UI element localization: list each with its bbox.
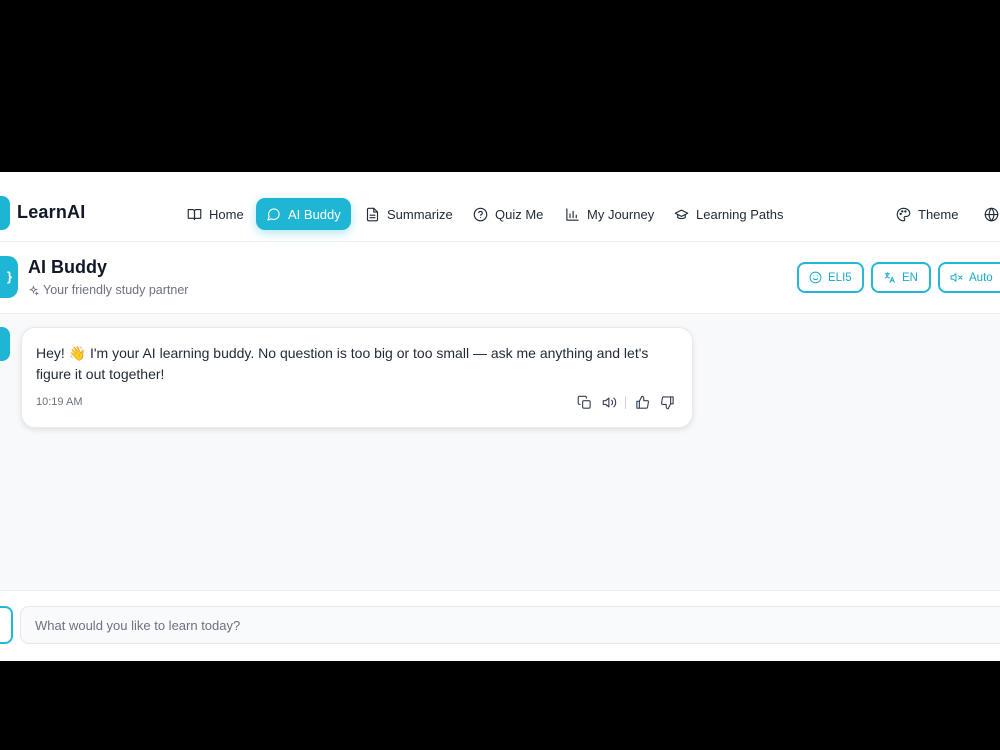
page-subtitle: Your friendly study partner: [28, 283, 188, 297]
language-label: EN: [902, 271, 918, 284]
smile-icon: [809, 271, 822, 284]
book-icon: [187, 208, 202, 220]
language-button[interactable]: [974, 198, 999, 230]
nav-item-my-journey[interactable]: My Journey: [555, 198, 664, 230]
theme-label: Theme: [918, 206, 959, 222]
nav-item-label: AI Buddy: [288, 206, 341, 222]
thumbs-up-icon: [635, 395, 649, 409]
translate-icon: [884, 272, 895, 283]
globe-icon: [984, 207, 999, 221]
copy-icon: [577, 395, 591, 409]
message-timestamp: 10:19 AM: [36, 396, 83, 408]
bot-avatar: }: [0, 256, 18, 298]
nav-item-ai-buddy[interactable]: AI Buddy: [256, 198, 351, 230]
eli5-toggle[interactable]: ELI5: [797, 262, 864, 293]
nav-item-home[interactable]: Home: [177, 198, 254, 230]
chat-input[interactable]: [20, 606, 1000, 644]
nav-item-label: Learning Paths: [696, 206, 784, 222]
composer: [0, 590, 1000, 661]
attach-button[interactable]: [0, 606, 13, 644]
actions-divider: [625, 395, 626, 409]
thumbs-down-icon: [660, 395, 674, 409]
thumbs-down-button[interactable]: [658, 393, 676, 411]
page-title: AI Buddy: [28, 257, 107, 277]
app-window: LearnAI Home AI Buddy Summarize Quiz Me …: [0, 172, 1000, 661]
speaker-icon: [602, 397, 616, 407]
auto-speak-label: Auto: [969, 271, 993, 284]
copy-button[interactable]: [575, 393, 593, 411]
assistant-avatar: [0, 327, 10, 361]
nav-item-summarize[interactable]: Summarize: [355, 198, 463, 230]
subtitle-text: Your friendly study partner: [43, 283, 189, 297]
palette-icon: [896, 207, 911, 221]
logo-icon: [0, 196, 10, 230]
nav-item-label: Quiz Me: [495, 206, 544, 222]
nav-item-label: Home: [209, 206, 244, 222]
eli5-label: ELI5: [828, 271, 852, 284]
thumbs-up-button[interactable]: [633, 393, 651, 411]
auto-speak-toggle[interactable]: Auto: [938, 262, 1000, 293]
chat-bubble-icon: [267, 207, 280, 221]
top-nav: LearnAI Home AI Buddy Summarize Quiz Me …: [0, 184, 1000, 242]
document-icon: [366, 207, 379, 221]
bot-icon: }: [6, 269, 12, 284]
language-select[interactable]: EN: [871, 262, 931, 293]
read-aloud-button[interactable]: [600, 393, 618, 411]
sparkles-icon: [29, 284, 39, 296]
assistant-message: Hey! 👋 I'm your AI learning buddy. No qu…: [21, 327, 693, 428]
nav-item-label: Summarize: [387, 206, 453, 222]
nav-item-quiz-me[interactable]: Quiz Me: [463, 198, 553, 230]
graduation-cap-icon: [674, 209, 689, 219]
theme-button[interactable]: Theme: [886, 198, 968, 230]
nav-item-learning-paths[interactable]: Learning Paths: [664, 198, 793, 230]
message-actions: [575, 393, 676, 411]
bar-chart-icon: [566, 207, 579, 221]
volume-mute-icon: [950, 273, 963, 282]
nav-item-label: My Journey: [587, 206, 655, 222]
message-list[interactable]: Hey! 👋 I'm your AI learning buddy. No qu…: [0, 314, 1000, 590]
brand-name: LearnAI: [17, 202, 86, 222]
chat-header: } AI Buddy Your friendly study partner E…: [0, 242, 1000, 314]
message-text: Hey! 👋 I'm your AI learning buddy. No qu…: [36, 345, 649, 382]
help-circle-icon: [473, 207, 488, 221]
